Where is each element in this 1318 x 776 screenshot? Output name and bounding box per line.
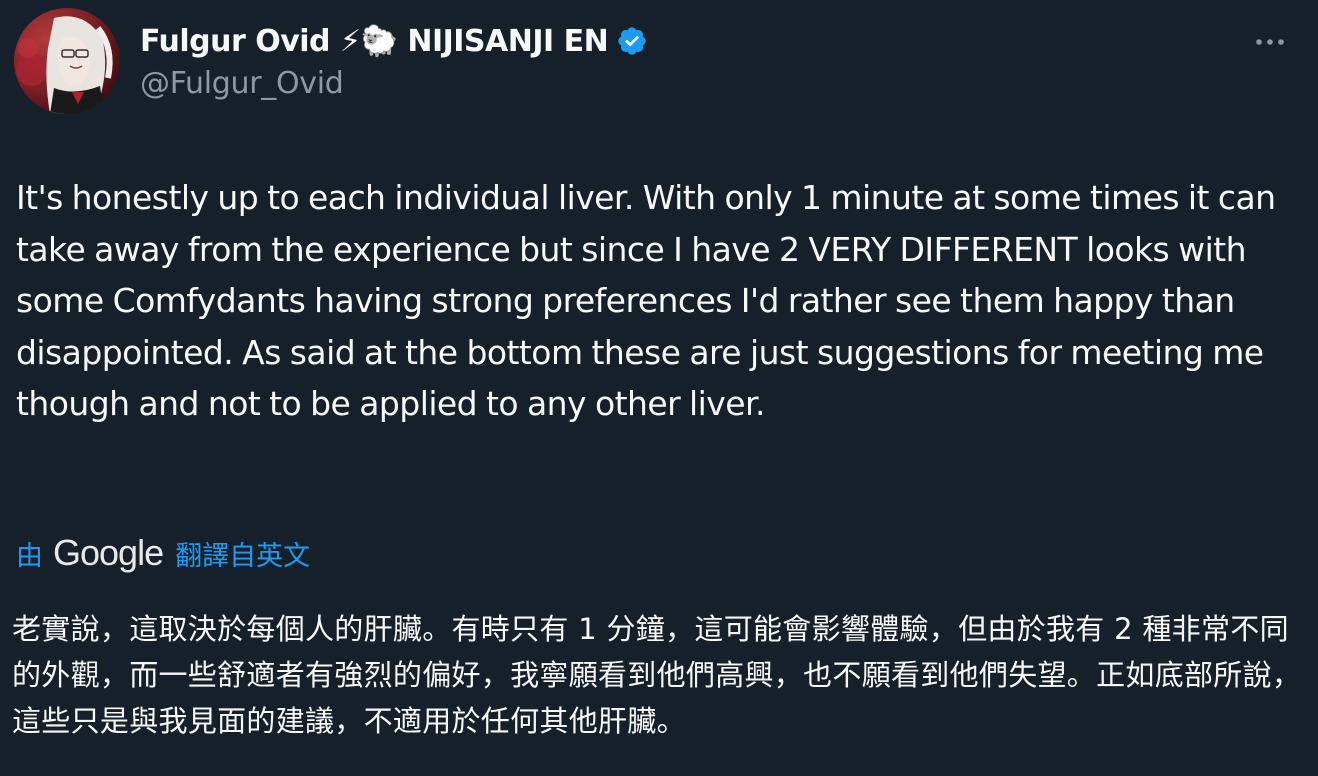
verified-badge-icon[interactable]	[616, 25, 648, 57]
tweet: Fulgur Ovid ⚡🐑 NIJISANJI EN @Fulgur_Ovid…	[0, 0, 1318, 776]
translation-attribution: 由 Google 翻譯自英文	[16, 530, 310, 576]
avatar-image	[14, 8, 120, 114]
author-names: Fulgur Ovid ⚡🐑 NIJISANJI EN @Fulgur_Ovid	[140, 22, 648, 101]
google-logo: Google	[53, 532, 164, 573]
avatar[interactable]	[14, 8, 120, 114]
display-name[interactable]: Fulgur Ovid ⚡🐑 NIJISANJI EN	[140, 24, 609, 59]
more-horizontal-icon[interactable]	[1250, 22, 1290, 62]
translated-tweet-text: 老實說，這取決於每個人的肝臟。有時只有 1 分鐘，這可能會影響體驗，但由於我有 …	[12, 612, 1302, 738]
display-name-row: Fulgur Ovid ⚡🐑 NIJISANJI EN	[140, 22, 648, 60]
tweet-header: Fulgur Ovid ⚡🐑 NIJISANJI EN @Fulgur_Ovid	[14, 8, 648, 114]
tweet-text: It's honestly up to each individual live…	[16, 178, 1276, 423]
translate-source-link[interactable]: 翻譯自英文	[175, 534, 310, 573]
author-handle[interactable]: @Fulgur_Ovid	[140, 66, 648, 101]
translate-prefix: 由	[16, 540, 43, 572]
